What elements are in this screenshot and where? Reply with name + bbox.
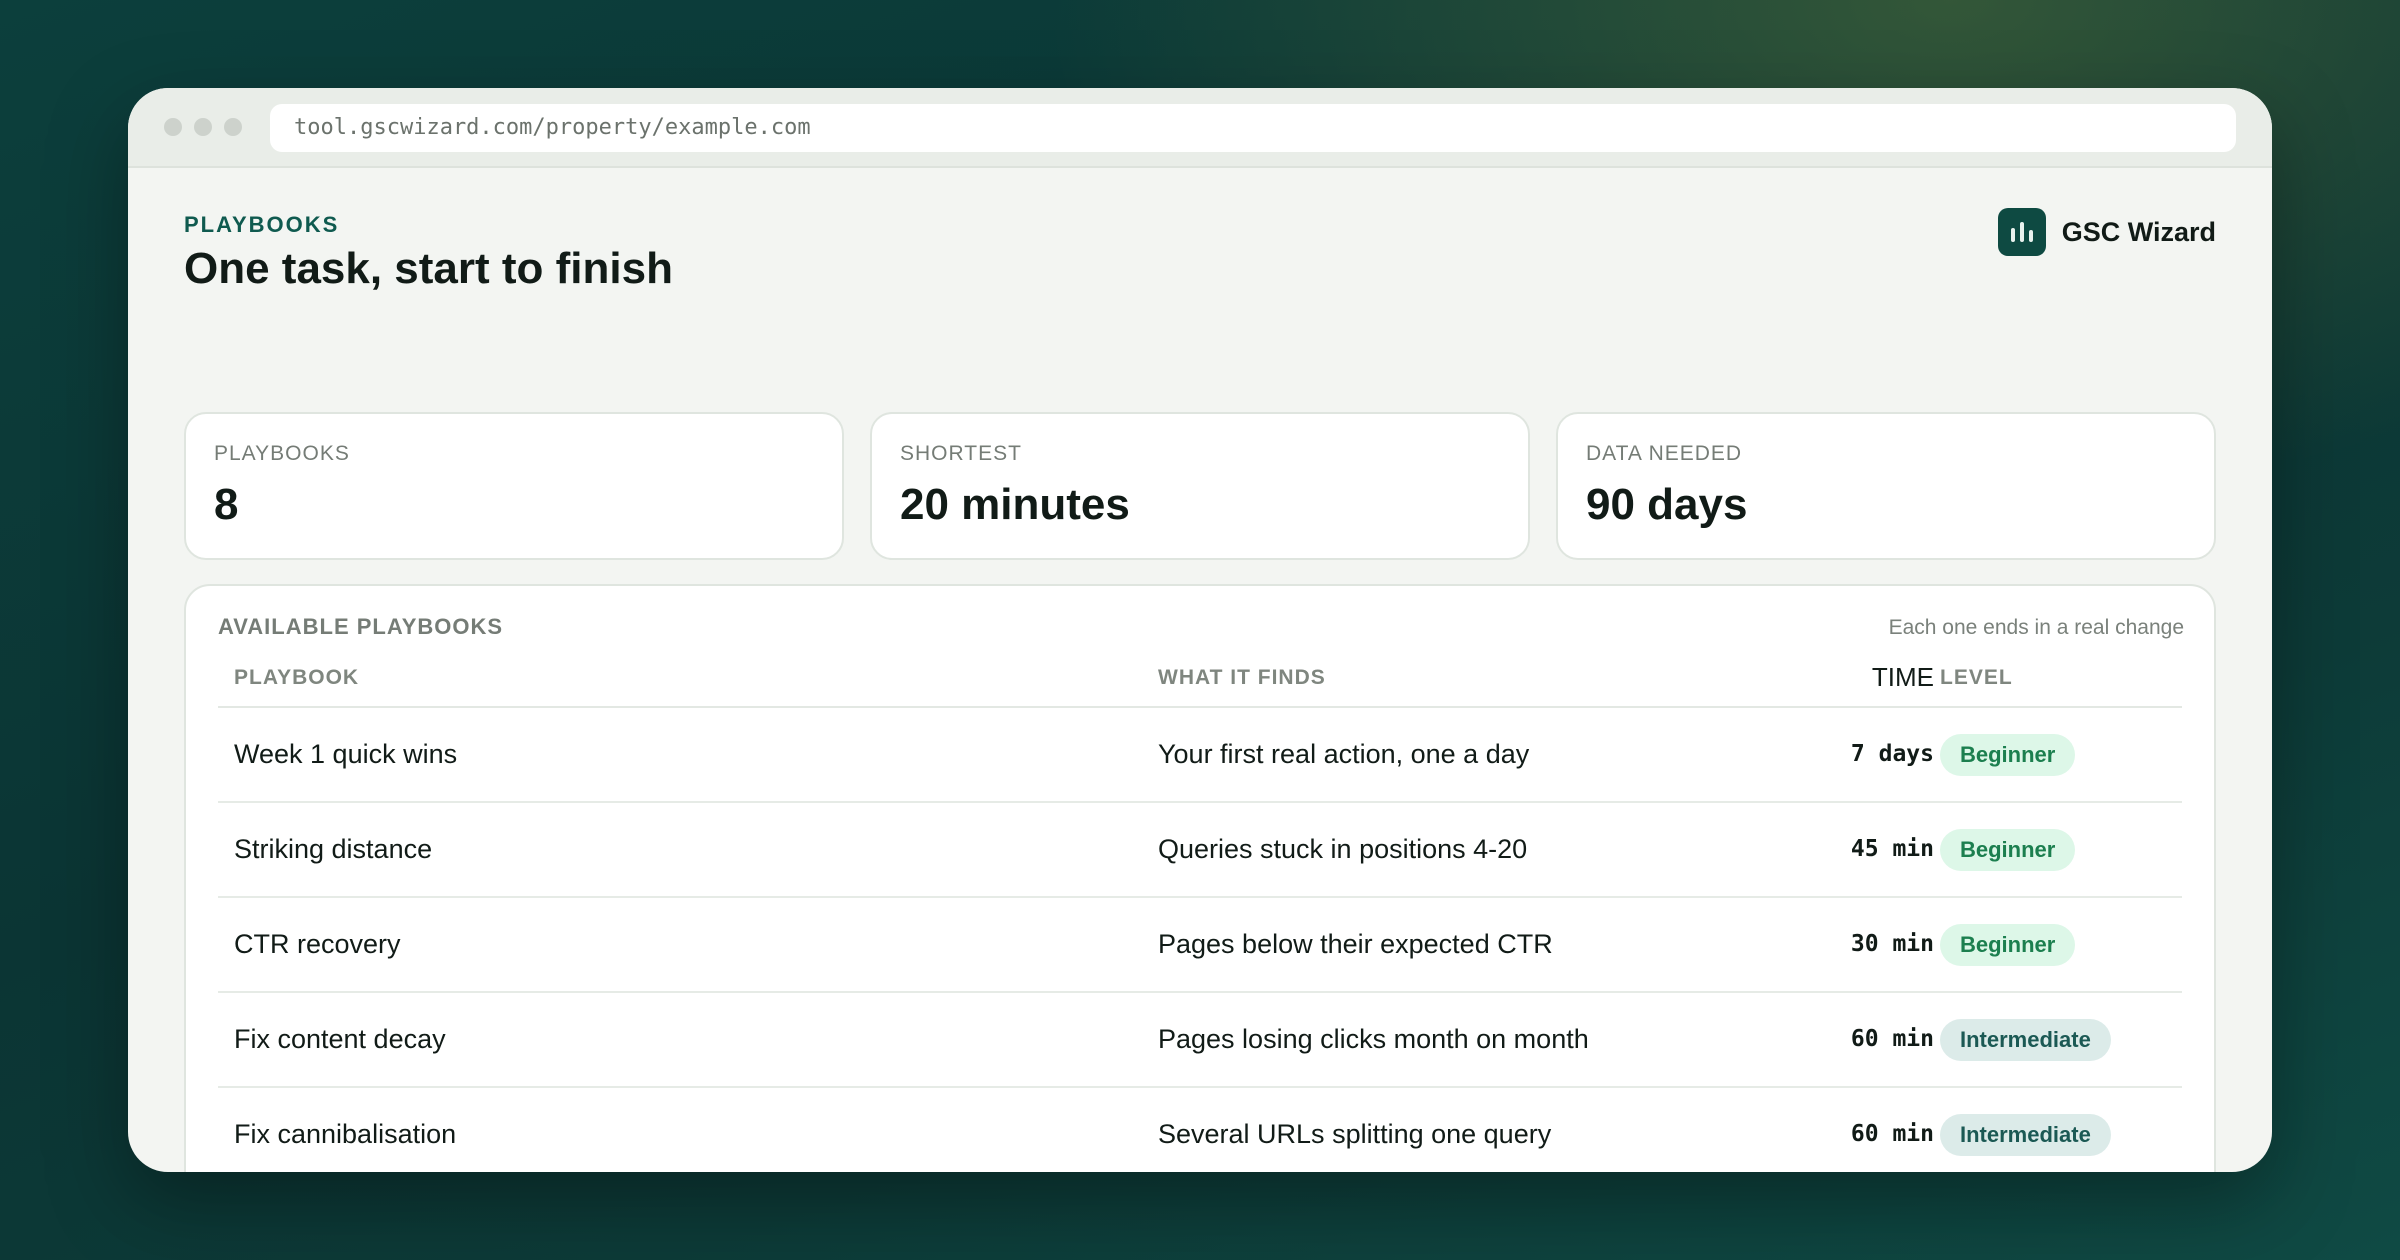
stat-label: PLAYBOOKS: [214, 442, 350, 465]
browser-chrome: tool.gscwizard.com/property/example.com: [128, 88, 2272, 168]
stat-label: DATA NEEDED: [1586, 442, 1743, 465]
panel-note: Each one ends in a real change: [1888, 616, 2184, 639]
playbook-time: 7 days: [1850, 741, 1934, 767]
window-dot-icon[interactable]: [164, 118, 182, 136]
column-header-finds[interactable]: WHAT IT FINDS: [1158, 666, 1326, 690]
table-header: PLAYBOOK WHAT IT FINDS TIME LEVEL: [218, 656, 2182, 708]
stat-value: 90 days: [1586, 480, 1748, 529]
page-content: PLAYBOOKS One task, start to finish GSC …: [184, 168, 2216, 1172]
playbook-name[interactable]: Week 1 quick wins: [234, 708, 457, 801]
column-header-playbook[interactable]: PLAYBOOK: [234, 666, 359, 690]
level-badge: Beginner: [1940, 924, 2076, 966]
playbook-name[interactable]: Fix content decay: [234, 993, 446, 1086]
playbook-time: 60 min: [1850, 1121, 1934, 1147]
playbook-time: 60 min: [1850, 1026, 1934, 1052]
playbook-finds: Queries stuck in positions 4-20: [1158, 834, 1528, 864]
level-badge: Beginner: [1940, 829, 2076, 871]
stat-card-shortest: SHORTEST 20 minutes: [870, 412, 1530, 560]
page-eyebrow: PLAYBOOKS: [184, 212, 340, 237]
stats-row: PLAYBOOKS 8 SHORTEST 20 minutes DATA NEE…: [184, 412, 2216, 560]
table-row[interactable]: Fix cannibalisation Several URLs splitti…: [218, 1088, 2182, 1172]
window-dot-icon[interactable]: [194, 118, 212, 136]
column-header-level[interactable]: LEVEL: [1940, 666, 2013, 690]
stat-card-data-needed: DATA NEEDED 90 days: [1556, 412, 2216, 560]
playbooks-panel: AVAILABLE PLAYBOOKS Each one ends in a r…: [184, 584, 2216, 1172]
playbook-name[interactable]: Fix cannibalisation: [234, 1088, 456, 1172]
address-bar[interactable]: tool.gscwizard.com/property/example.com: [270, 104, 2236, 152]
playbook-finds: Your first real action, one a day: [1158, 739, 1530, 769]
table-row[interactable]: Fix content decay Pages losing clicks mo…: [218, 993, 2182, 1088]
stat-value: 20 minutes: [900, 480, 1130, 529]
brand[interactable]: GSC Wizard: [1997, 208, 2216, 256]
stat-card-playbooks: PLAYBOOKS 8: [184, 412, 844, 560]
level-badge: Beginner: [1940, 734, 2076, 776]
column-header-time[interactable]: TIME: [1872, 662, 1934, 693]
playbook-name[interactable]: CTR recovery: [234, 898, 401, 991]
window-dot-icon[interactable]: [224, 118, 242, 136]
playbook-finds: Pages losing clicks month on month: [1158, 1024, 1589, 1054]
stat-label: SHORTEST: [900, 442, 1022, 465]
browser-window: tool.gscwizard.com/property/example.com …: [128, 88, 2272, 1172]
level-badge: Intermediate: [1940, 1114, 2111, 1156]
level-badge: Intermediate: [1940, 1019, 2111, 1061]
playbook-time: 30 min: [1850, 931, 1934, 957]
playbook-finds: Several URLs splitting one query: [1158, 1119, 1552, 1149]
playbook-finds: Pages below their expected CTR: [1158, 929, 1553, 959]
table-row[interactable]: Striking distance Queries stuck in posit…: [218, 803, 2182, 898]
table-row[interactable]: Week 1 quick wins Your first real action…: [218, 708, 2182, 803]
brand-name: GSC Wizard: [2061, 216, 2216, 247]
stat-value: 8: [214, 480, 239, 529]
page-title: One task, start to finish: [184, 244, 673, 293]
panel-title: AVAILABLE PLAYBOOKS: [218, 614, 504, 639]
playbook-time: 45 min: [1850, 836, 1934, 862]
table-row[interactable]: CTR recovery Pages below their expected …: [218, 898, 2182, 993]
bar-chart-icon: [1997, 208, 2046, 256]
playbook-name[interactable]: Striking distance: [234, 803, 432, 896]
table-body: Week 1 quick wins Your first real action…: [218, 708, 2182, 1172]
